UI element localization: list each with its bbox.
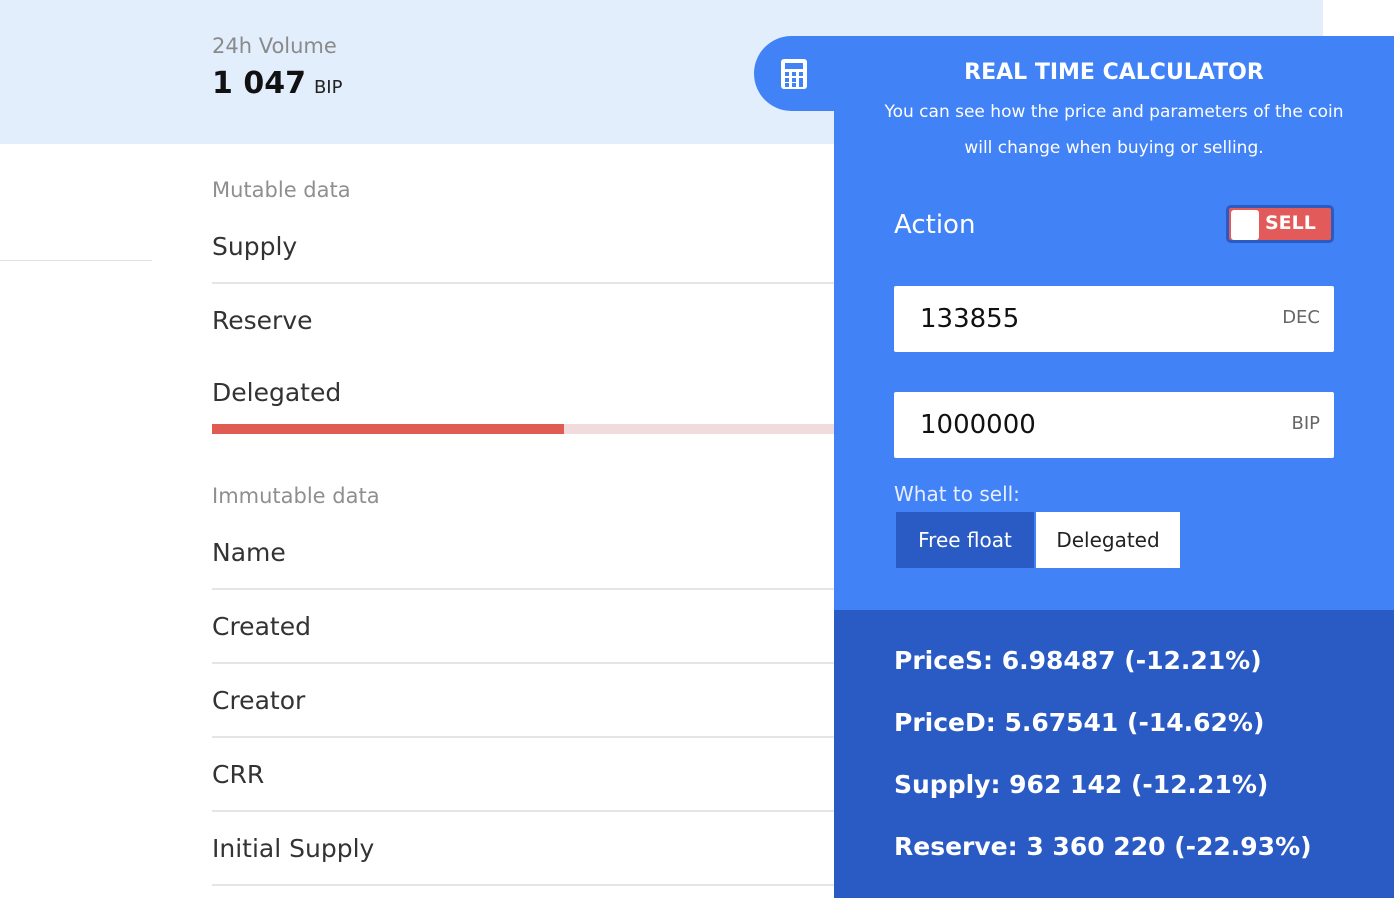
delegated-progress-bar (212, 424, 852, 434)
row-name: Name (212, 538, 286, 567)
row-divider (212, 736, 852, 738)
bip-amount-unit: BIP (1291, 413, 1320, 434)
result-price-d: PriceD: 5.67541 (-14.62%) (894, 708, 1265, 737)
result-price-s: PriceS: 6.98487 (-12.21%) (894, 646, 1262, 675)
what-to-sell-label: What to sell: (894, 482, 1020, 506)
calculator-description: You can see how the price and parameters… (884, 102, 1344, 158)
switch-label: SELL (1265, 212, 1316, 234)
volume-value: 1 047 BIP (212, 66, 342, 101)
row-created: Created (212, 612, 311, 641)
row-creator: Creator (212, 686, 306, 715)
row-divider (212, 884, 852, 886)
page-edge (1323, 0, 1394, 36)
delegated-progress-fill (212, 424, 564, 434)
free-float-option[interactable]: Free float (896, 512, 1034, 568)
volume-unit: BIP (313, 77, 343, 98)
action-label: Action (894, 210, 976, 240)
bip-amount-field: BIP (894, 392, 1334, 458)
delegated-option[interactable]: Delegated (1036, 512, 1180, 568)
row-divider (212, 662, 852, 664)
row-supply: Supply (212, 232, 298, 261)
result-supply: Supply: 962 142 (-12.21%) (894, 770, 1269, 799)
left-divider (0, 260, 152, 261)
switch-knob (1231, 210, 1259, 240)
volume-amount: 1 047 (212, 66, 306, 101)
row-divider (212, 588, 852, 590)
coin-amount-field: DEC (894, 286, 1334, 352)
row-reserve: Reserve (212, 306, 313, 335)
row-delegated: Delegated (212, 378, 342, 407)
immutable-section-label: Immutable data (212, 484, 380, 508)
calculator-title: REAL TIME CALCULATOR (964, 60, 1264, 85)
coin-amount-input[interactable] (894, 286, 1254, 352)
calculator-icon (781, 59, 807, 89)
realtime-calculator-panel: REAL TIME CALCULATOR You can see how the… (834, 36, 1394, 610)
row-crr: CRR (212, 760, 265, 789)
row-initial-supply: Initial Supply (212, 834, 375, 863)
coin-amount-unit: DEC (1282, 307, 1320, 328)
row-divider (212, 810, 852, 812)
calculator-results: PriceS: 6.98487 (-12.21%) PriceD: 5.6754… (834, 610, 1394, 898)
row-divider (212, 282, 852, 284)
volume-label: 24h Volume (212, 34, 337, 58)
buy-sell-switch[interactable]: SELL (1226, 205, 1334, 243)
mutable-section-label: Mutable data (212, 178, 351, 202)
bip-amount-input[interactable] (894, 392, 1254, 458)
result-reserve: Reserve: 3 360 220 (-22.93%) (894, 832, 1312, 861)
